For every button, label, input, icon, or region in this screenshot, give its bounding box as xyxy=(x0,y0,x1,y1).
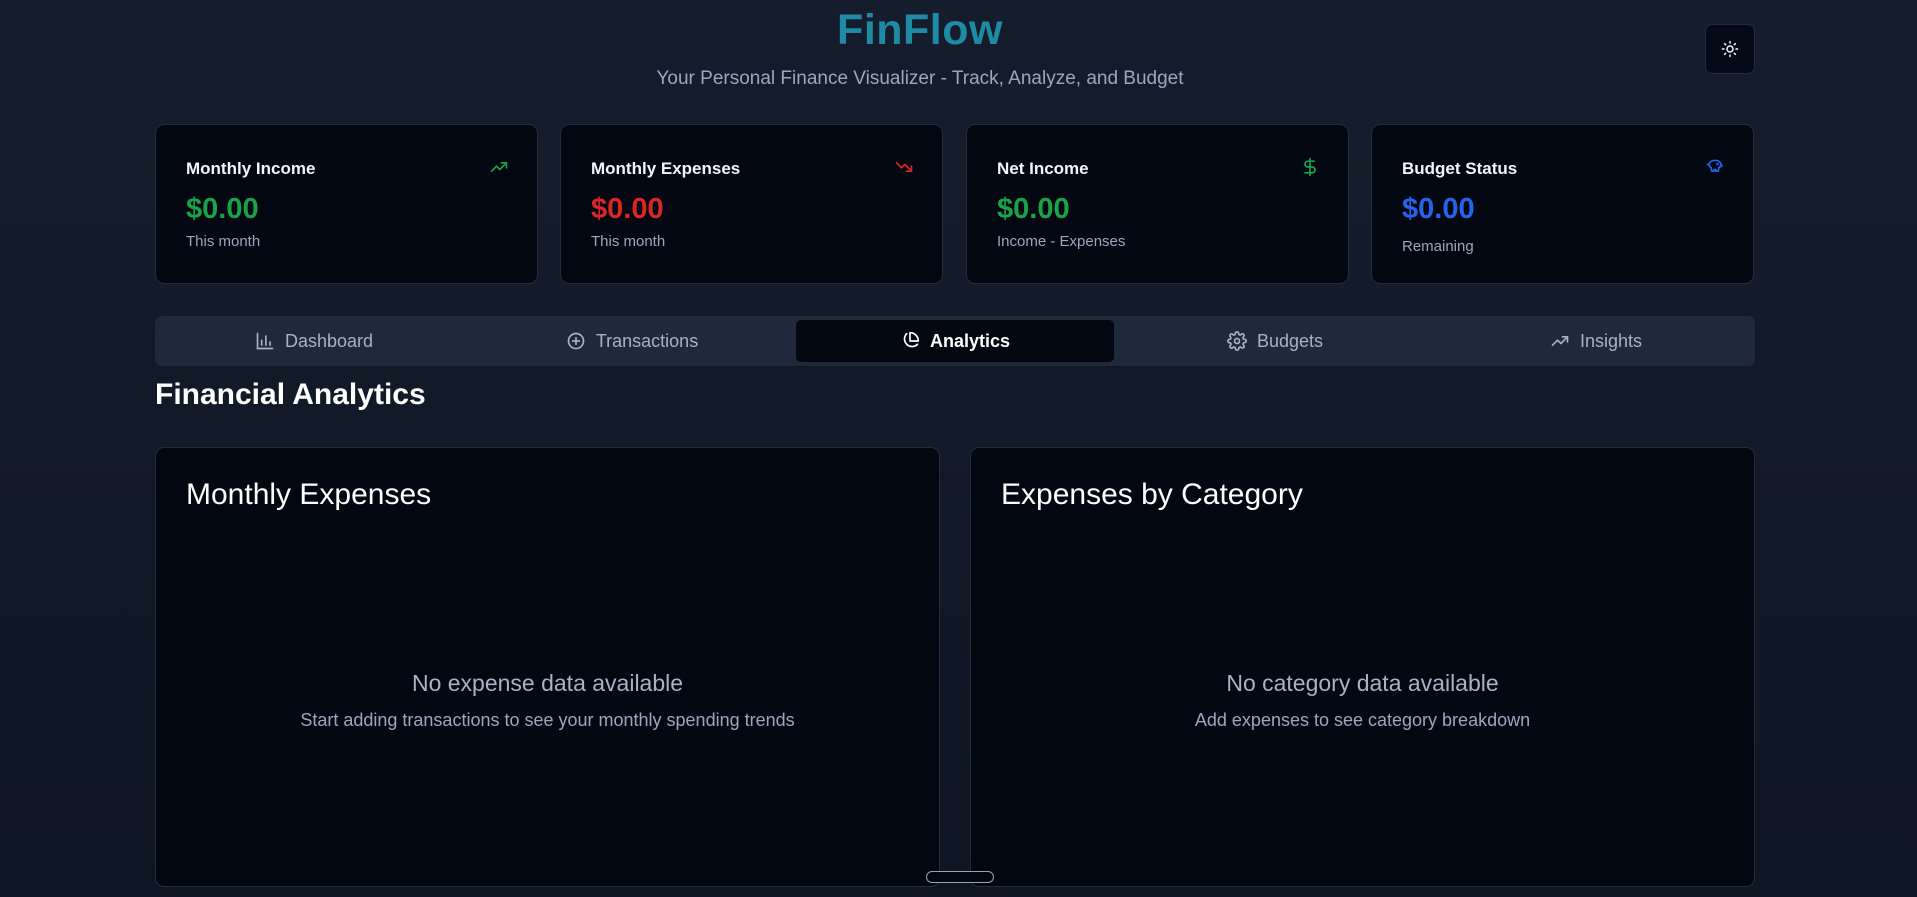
card-monthly-income: Monthly Income $0.00 This month xyxy=(155,124,538,284)
tab-budgets[interactable]: Budgets xyxy=(1116,320,1434,362)
card-value: $0.00 xyxy=(997,193,1070,225)
app-header: FinFlow Your Personal Finance Visualizer… xyxy=(0,0,1917,110)
card-subtitle: Remaining xyxy=(1402,238,1474,255)
monthly-expenses-panel: Monthly Expenses No expense data availab… xyxy=(155,447,940,887)
tab-analytics[interactable]: Analytics xyxy=(796,320,1114,362)
sun-icon xyxy=(1721,40,1739,58)
card-monthly-expenses: Monthly Expenses $0.00 This month xyxy=(560,124,943,284)
tab-label: Transactions xyxy=(595,330,699,351)
tab-label: Analytics xyxy=(929,330,1011,351)
scroll-handle[interactable] xyxy=(926,871,994,883)
app-subtitle: Your Personal Finance Visualizer - Track… xyxy=(656,68,1184,89)
card-value: $0.00 xyxy=(591,193,664,225)
tab-insights[interactable]: Insights xyxy=(1437,320,1755,362)
empty-state-title: No category data available xyxy=(1226,670,1499,696)
card-subtitle: This month xyxy=(186,233,261,250)
summary-cards: Monthly Income $0.00 This month Monthly … xyxy=(155,124,1755,286)
card-title: Net Income xyxy=(997,159,1089,178)
card-title: Monthly Income xyxy=(186,159,316,178)
trending-down-icon xyxy=(895,162,913,172)
panel-title: Expenses by Category xyxy=(1001,478,1303,511)
card-budget-status: Budget Status $0.00 Remaining xyxy=(1371,124,1754,284)
expenses-by-category-panel: Expenses by Category No category data av… xyxy=(970,447,1755,887)
empty-state-description: Add expenses to see category breakdown xyxy=(1194,710,1531,730)
section-title: Financial Analytics xyxy=(155,378,426,411)
tab-label: Budgets xyxy=(1256,330,1324,351)
empty-state-title: No expense data available xyxy=(411,670,684,696)
main-tabs: Dashboard Transactions Analytics Budgets… xyxy=(155,316,1755,366)
card-title: Budget Status xyxy=(1402,159,1518,178)
plus-circle-icon xyxy=(567,332,585,350)
tab-label: Dashboard xyxy=(284,330,374,351)
trending-up-icon xyxy=(1551,336,1569,346)
pie-chart-icon xyxy=(903,331,920,348)
bar-chart-icon xyxy=(256,332,274,350)
card-value: $0.00 xyxy=(186,193,259,225)
card-subtitle: This month xyxy=(591,233,666,250)
piggy-bank-icon xyxy=(1706,159,1723,172)
app-title: FinFlow xyxy=(837,6,1003,54)
card-subtitle: Income - Expenses xyxy=(997,233,1126,250)
card-value: $0.00 xyxy=(1402,193,1475,225)
trending-up-icon xyxy=(490,162,508,172)
dollar-icon xyxy=(1304,157,1316,177)
tab-dashboard[interactable]: Dashboard xyxy=(155,320,473,362)
card-net-income: Net Income $0.00 Income - Expenses xyxy=(966,124,1349,284)
empty-state-description: Start adding transactions to see your mo… xyxy=(300,710,795,730)
tab-transactions[interactable]: Transactions xyxy=(473,320,791,362)
tab-label: Insights xyxy=(1579,330,1643,351)
panel-title: Monthly Expenses xyxy=(186,478,432,511)
gear-icon xyxy=(1227,331,1247,351)
card-title: Monthly Expenses xyxy=(591,159,741,178)
theme-toggle-button[interactable] xyxy=(1705,24,1755,74)
